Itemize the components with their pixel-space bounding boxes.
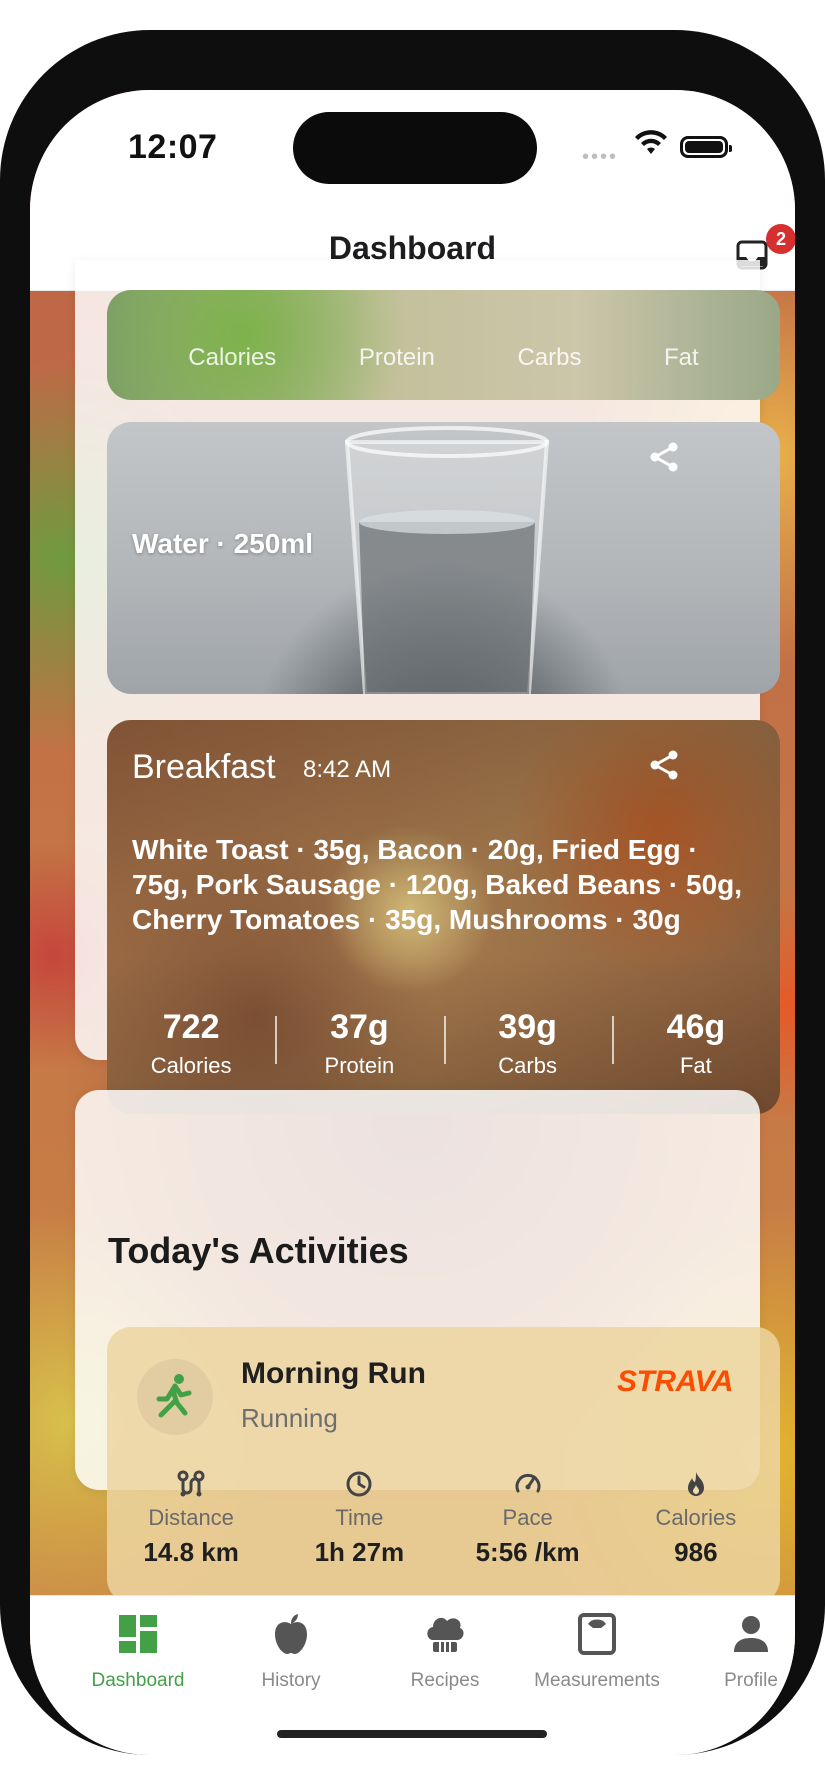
meal-items: White Toast · 35g, Bacon · 20g, Fried Eg… (132, 834, 743, 935)
stat-label: Calories (150, 1053, 232, 1078)
stat-protein: 37g Protein (275, 1008, 443, 1088)
notification-badge: 2 (766, 224, 795, 254)
tab-recipes[interactable]: Recipes (370, 1610, 520, 1692)
stat-value: 5:56 /km (475, 1537, 580, 1567)
section-title: Today's Activities (108, 1230, 409, 1271)
stat-value: 46g (666, 1008, 726, 1046)
breakfast-card[interactable]: Breakfast 8:42 AM White Toast · 35g, Bac… (107, 720, 780, 1114)
person-icon (676, 1610, 795, 1658)
stat-fat: 46g Fat (611, 1008, 780, 1088)
water-label: Water · 250ml (132, 528, 314, 559)
stat-label: Fat (679, 1053, 712, 1078)
scale-icon (522, 1610, 672, 1658)
stat-pace: Pace 5:56 /km (448, 1469, 608, 1568)
meal-stats: 722 Calories 37g Protein 39g Carbs 46g F… (107, 1008, 780, 1088)
chef-hat-icon (370, 1610, 520, 1658)
tab-profile[interactable]: Profile (676, 1610, 795, 1692)
running-icon (137, 1359, 213, 1435)
stat-time: Time 1h 27m (279, 1469, 439, 1568)
tab-measurements[interactable]: Measurements (522, 1610, 672, 1692)
water-card[interactable]: Water · 250ml (107, 422, 780, 694)
tab-label: Profile (724, 1670, 778, 1691)
home-indicator[interactable] (277, 1730, 547, 1738)
partial-label-calories: Calories (188, 344, 277, 371)
tab-label: Dashboard (91, 1670, 185, 1691)
stat-carbs: 39g Carbs (443, 1008, 612, 1088)
apple-icon (216, 1610, 366, 1658)
route-icon (111, 1469, 271, 1499)
dashboard-icon (63, 1610, 213, 1658)
stat-calories: 722 Calories (107, 1008, 275, 1088)
tab-label: Measurements (534, 1670, 660, 1691)
signal-dots-icon: •••• (582, 146, 619, 168)
stat-label: Carbs (498, 1053, 557, 1078)
partial-label-fat: Fat (664, 344, 699, 371)
stat-calories: Calories 986 (616, 1469, 776, 1568)
stat-value: 39g (498, 1008, 557, 1046)
partial-label-carbs: Carbs (517, 344, 582, 371)
share-icon[interactable] (647, 748, 681, 782)
stat-label: Protein (324, 1053, 395, 1078)
stat-value: 986 (674, 1537, 718, 1567)
stat-value: 37g (330, 1008, 389, 1046)
stat-label: Time (335, 1505, 384, 1530)
activity-name: Morning Run (241, 1357, 426, 1390)
dynamic-island (293, 112, 537, 184)
stat-label: Distance (148, 1505, 234, 1530)
clock-icon (279, 1469, 439, 1499)
previous-meal-card[interactable]: Calories Protein Carbs Fat (107, 290, 780, 400)
battery-icon (680, 136, 732, 158)
activity-type: Running (241, 1403, 338, 1433)
tab-label: History (261, 1670, 321, 1691)
strava-logo[interactable]: STRAVA (617, 1365, 733, 1399)
stat-distance: Distance 14.8 km (111, 1469, 271, 1568)
meal-time: 8:42 AM (303, 756, 392, 783)
activity-card[interactable]: Morning Run Running STRAVA Distance 14.8… (107, 1327, 780, 1603)
status-time: 12:07 (128, 128, 218, 166)
stat-value: 722 (162, 1008, 220, 1046)
status-bar: 12:07 •••• (30, 90, 795, 210)
screen: 12:07 •••• Dashboard 2 Calories Protein … (30, 90, 795, 1755)
tab-dashboard[interactable]: Dashboard (63, 1610, 213, 1692)
flame-icon (616, 1469, 776, 1499)
share-icon[interactable] (647, 440, 681, 474)
meal-title: Breakfast (132, 748, 276, 786)
device-frame: 12:07 •••• Dashboard 2 Calories Protein … (0, 30, 825, 1755)
wifi-icon (635, 130, 667, 154)
activity-stats: Distance 14.8 km Time 1h 27m Pace 5:56 /… (107, 1469, 780, 1568)
stat-label: Pace (502, 1505, 553, 1530)
stat-value: 14.8 km (143, 1537, 239, 1567)
tab-label: Recipes (410, 1670, 480, 1691)
partial-label-protein: Protein (358, 344, 435, 371)
tab-history[interactable]: History (216, 1610, 366, 1692)
partial-stat-labels: Calories Protein Carbs Fat (107, 344, 780, 372)
water-glass-image (344, 426, 550, 694)
stat-value: 1h 27m (314, 1537, 405, 1567)
speedometer-icon (448, 1469, 608, 1499)
stat-label: Calories (655, 1505, 737, 1530)
